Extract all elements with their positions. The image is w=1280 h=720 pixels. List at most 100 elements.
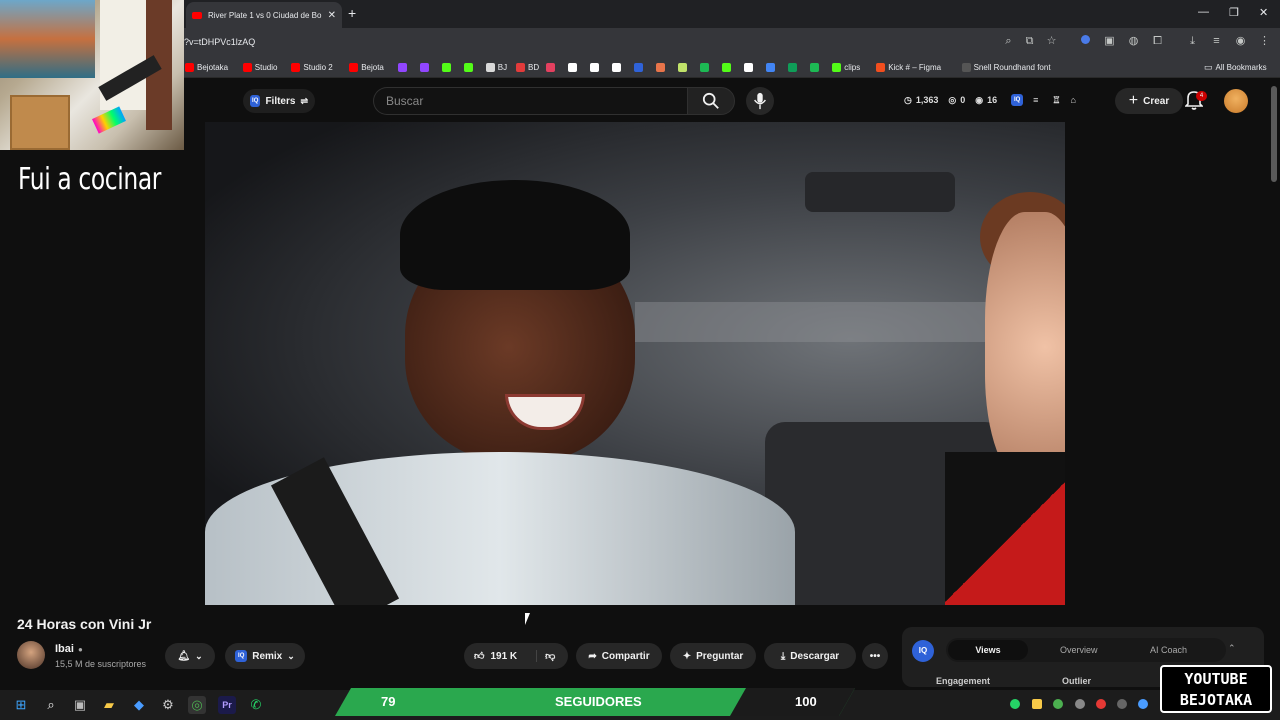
bookmark-item[interactable]: BJ	[485, 60, 507, 74]
rocket-icon[interactable]: ⌂	[1070, 95, 1075, 105]
tray-mic-icon[interactable]	[1138, 699, 1148, 709]
restore-window-icon[interactable]: ❐	[1229, 6, 1239, 19]
bookmark-item[interactable]	[722, 60, 732, 74]
profile-icon[interactable]: ◉	[1234, 35, 1247, 48]
filters-label: Filters	[265, 95, 296, 107]
bookmark-item[interactable]: Bejotaka	[185, 60, 228, 74]
tray-moon-icon[interactable]	[1117, 699, 1127, 709]
bookmark-item[interactable]: Studio	[242, 60, 277, 74]
bookmark-item[interactable]	[612, 60, 622, 74]
browser-menu-icon[interactable]: ⋮	[1258, 35, 1271, 48]
bookmark-item[interactable]	[766, 60, 776, 74]
close-window-icon[interactable]: ✕	[1259, 6, 1268, 19]
bookmark-item[interactable]	[678, 60, 688, 74]
voice-search-button[interactable]	[746, 87, 774, 115]
sparkle-icon: ✦	[682, 650, 692, 662]
bookmark-item[interactable]	[700, 60, 710, 74]
browser-tab[interactable]: River Plate 1 vs 0 Ciudad de Bo ✕	[186, 2, 342, 28]
app-diamond-icon[interactable]: ◆	[130, 696, 148, 714]
more-actions-button[interactable]: •••	[862, 643, 888, 669]
bookmark-item[interactable]	[788, 60, 798, 74]
bookmark-favicon-icon	[516, 62, 525, 72]
collapse-panel-icon[interactable]: ⌃	[1228, 643, 1236, 654]
list-icon[interactable]: ≡	[1033, 95, 1038, 105]
dislike-button[interactable]: 👎︎	[536, 650, 555, 662]
account-avatar[interactable]	[1224, 89, 1248, 113]
channel-name[interactable]: Ibai	[55, 643, 74, 655]
extension-blue-icon[interactable]	[1079, 35, 1092, 48]
bookmark-item[interactable]: Studio 2	[291, 60, 333, 74]
filters-button[interactable]: IQ Filters ⇌	[243, 89, 315, 113]
search-icon[interactable]: ⌕	[42, 696, 60, 714]
cast-icon[interactable]: ⧉	[1023, 35, 1036, 48]
extension-circle-icon[interactable]: ◍	[1127, 35, 1140, 48]
bookmark-item[interactable]	[463, 60, 473, 74]
page-scrollbar[interactable]	[1271, 86, 1277, 182]
premiere-pro-icon[interactable]: Pr	[218, 696, 236, 714]
plus-icon: +	[1128, 92, 1139, 109]
all-bookmarks-button[interactable]: ▭ All Bookmarks	[1204, 60, 1267, 74]
subscription-bell-button[interactable]: 🔔︎ ⌄	[165, 643, 215, 669]
file-explorer-icon[interactable]: ▰	[100, 696, 118, 714]
stream-caption: Fui a cocinar	[18, 162, 162, 197]
bookmark-item[interactable]	[546, 60, 556, 74]
tray-app-icon[interactable]	[1075, 699, 1085, 709]
bookmark-item[interactable]: Bejota	[349, 60, 384, 74]
channel-name-row[interactable]: Ibai ●	[55, 643, 83, 655]
tray-whatsapp-icon[interactable]	[1010, 699, 1020, 709]
trophy-icon[interactable]: ♖	[1052, 95, 1060, 106]
more-dots-icon: •••	[869, 650, 881, 662]
windows-start-icon[interactable]: ⊞	[12, 696, 30, 714]
bookmark-favicon-icon	[291, 62, 301, 72]
minimize-window-icon[interactable]: —	[1198, 6, 1209, 18]
bookmark-item[interactable]	[590, 60, 600, 74]
chrome-icon[interactable]: ◎	[188, 696, 206, 714]
bookmark-favicon-icon	[441, 62, 451, 72]
tab-views[interactable]: Views	[948, 640, 1028, 660]
bookmark-item[interactable]	[441, 60, 451, 74]
task-view-icon[interactable]: ▣	[71, 696, 89, 714]
bookmark-star-icon[interactable]: ☆	[1045, 35, 1058, 48]
bookmark-favicon-icon	[961, 62, 971, 72]
search-input[interactable]: Buscar	[373, 87, 687, 115]
bookmark-item[interactable]	[419, 60, 429, 74]
reading-list-icon[interactable]: ≡	[1210, 35, 1223, 48]
video-player[interactable]	[205, 122, 1065, 605]
extension-window-icon[interactable]: ▣	[1103, 35, 1116, 48]
create-button[interactable]: + Crear	[1115, 88, 1183, 114]
bookmark-favicon-icon	[876, 62, 886, 72]
tab-ai-coach[interactable]: AI Coach	[1150, 645, 1187, 655]
bookmark-item[interactable]: Kick # – Figma	[876, 60, 941, 74]
bookmark-item[interactable]: BD	[516, 60, 539, 74]
bookmark-item[interactable]	[656, 60, 666, 74]
bookmark-item[interactable]: clips	[832, 60, 860, 74]
channel-avatar[interactable]	[17, 641, 45, 669]
search-icon	[702, 92, 719, 109]
tab-overview[interactable]: Overview	[1060, 645, 1098, 655]
search-button[interactable]	[687, 87, 735, 115]
vidiq-icon[interactable]: IQ	[1011, 94, 1024, 106]
download-button[interactable]: ⤓ Descargar	[764, 643, 856, 669]
bookmark-item[interactable]	[397, 60, 407, 74]
app-gear-icon[interactable]: ⚙	[159, 696, 177, 714]
downloads-icon[interactable]: ⤓	[1186, 35, 1199, 48]
remix-button[interactable]: IQ Remix ⌄	[225, 643, 305, 669]
bookmark-item[interactable]	[634, 60, 644, 74]
ask-button[interactable]: ✦ Preguntar	[670, 643, 756, 669]
address-bar-url[interactable]: ?v=tDHPVc1lzAQ	[184, 37, 255, 47]
bookmark-item[interactable]	[568, 60, 578, 74]
bookmark-item[interactable]: Snell Roundhand font	[961, 60, 1051, 74]
bookmark-item[interactable]	[744, 60, 754, 74]
all-bookmarks-label: All Bookmarks	[1215, 62, 1267, 72]
zoom-icon[interactable]: ⌕	[1002, 35, 1015, 48]
like-button[interactable]: 👍︎ 191 K	[474, 650, 517, 663]
tray-yellow-icon[interactable]	[1032, 699, 1042, 709]
tray-record-icon[interactable]	[1096, 699, 1106, 709]
tray-chrome-icon[interactable]	[1053, 699, 1063, 709]
close-tab-icon[interactable]: ✕	[328, 10, 336, 21]
bookmark-item[interactable]	[810, 60, 820, 74]
extensions-puzzle-icon[interactable]: ⧠	[1151, 35, 1164, 48]
new-tab-icon[interactable]: +	[348, 5, 356, 21]
whatsapp-icon[interactable]: ✆	[247, 696, 265, 714]
share-button[interactable]: ➦ Compartir	[576, 643, 662, 669]
